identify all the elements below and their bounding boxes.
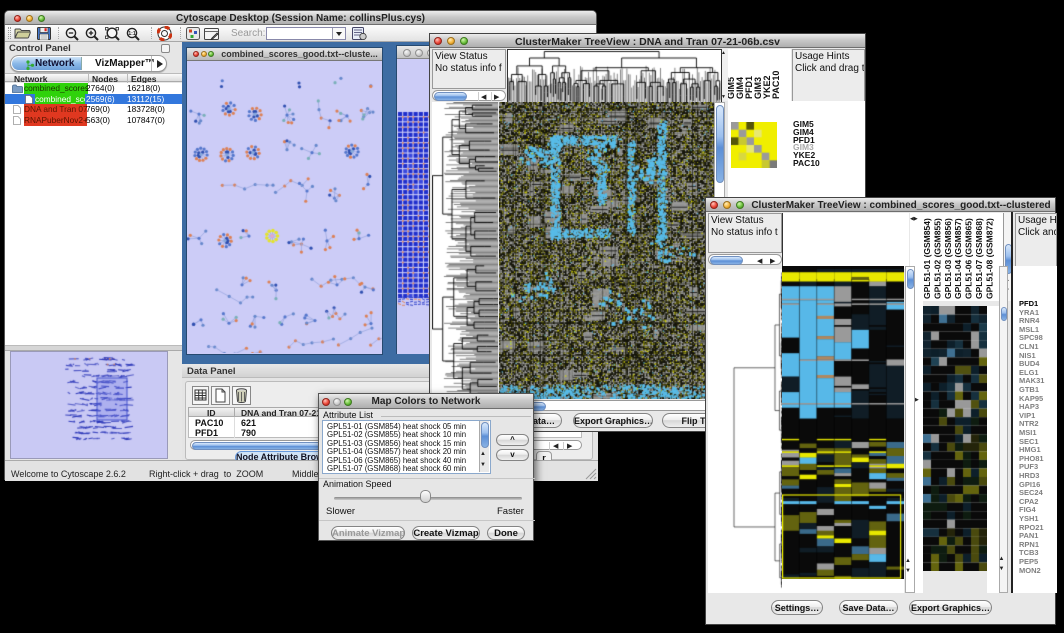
svg-text:GPL51-08 (GSM872): GPL51-08 (GSM872) — [984, 218, 994, 299]
svg-text:GPL51-01 (GSM854): GPL51-01 (GSM854) — [922, 218, 932, 299]
svg-text:GPL51-04 (GSM857): GPL51-04 (GSM857) — [953, 218, 963, 299]
svg-text:PAC10: PAC10 — [771, 71, 781, 99]
svg-text:GPL51-06 (GSM865): GPL51-06 (GSM865) — [964, 218, 974, 299]
svg-text:GPL51-03 (GSM856): GPL51-03 (GSM856) — [943, 218, 953, 299]
svg-text:GPL51-07 (GSM868): GPL51-07 (GSM868) — [974, 218, 984, 299]
svg-text:1:1: 1:1 — [128, 31, 135, 37]
svg-text:GPL51-02 (GSM855): GPL51-02 (GSM855) — [932, 218, 942, 299]
